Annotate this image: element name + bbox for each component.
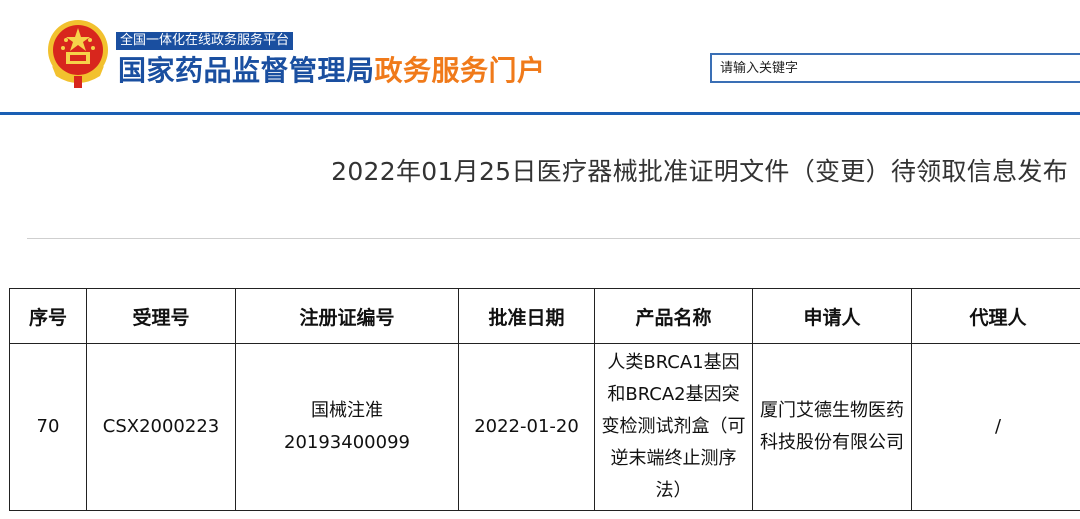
- registration-no-line2: 20193400099: [284, 432, 410, 453]
- platform-tag[interactable]: 全国一体化在线政务服务平台: [116, 32, 294, 50]
- cell-seq: 70: [9, 343, 87, 511]
- search-input[interactable]: [710, 53, 1080, 83]
- column-header-seq: 序号: [9, 288, 87, 344]
- approval-info-table: 序号 受理号 注册证编号 批准日期 产品名称 申请人 代理人 70 CSX200…: [9, 288, 1080, 511]
- registration-no-line1: 国械注准: [311, 400, 383, 421]
- column-header-acceptance-no: 受理号: [86, 288, 236, 344]
- cell-agent: /: [911, 343, 1080, 511]
- site-title-agency: 国家药品监督管理局: [118, 54, 375, 87]
- cell-registration-no: 国械注准 20193400099: [235, 343, 459, 511]
- column-header-registration-no: 注册证编号: [235, 288, 459, 344]
- header-divider: [0, 112, 1080, 115]
- table-row: 70 CSX2000223 国械注准 20193400099 2022-01-2…: [9, 343, 1080, 511]
- national-emblem-icon: [48, 20, 108, 88]
- title-divider: [27, 238, 1080, 239]
- applicant-text: 厦门艾德生物医药科技股份有限公司: [760, 400, 904, 453]
- table-header-row: 序号 受理号 注册证编号 批准日期 产品名称 申请人 代理人: [9, 288, 1080, 344]
- product-name-text: 人类BRCA1基因和BRCA2基因突变检测试剂盒（可逆末端终止测序法）: [601, 352, 746, 501]
- column-header-agent: 代理人: [911, 288, 1080, 344]
- column-header-applicant: 申请人: [752, 288, 912, 344]
- cell-applicant: 厦门艾德生物医药科技股份有限公司: [752, 343, 912, 511]
- cell-approval-date: 2022-01-20: [458, 343, 595, 511]
- site-title-portal: 政务服务门户: [374, 54, 546, 87]
- site-header: 全国一体化在线政务服务平台 国家药品监督管理局政务服务门户: [0, 0, 1080, 112]
- column-header-approval-date: 批准日期: [458, 288, 595, 344]
- cell-product-name: 人类BRCA1基因和BRCA2基因突变检测试剂盒（可逆末端终止测序法）: [594, 343, 753, 511]
- column-header-product-name: 产品名称: [594, 288, 753, 344]
- cell-acceptance-no: CSX2000223: [86, 343, 236, 511]
- site-title[interactable]: 国家药品监督管理局政务服务门户: [118, 52, 546, 90]
- page-title: 2022年01月25日医疗器械批准证明文件（变更）待领取信息发布: [331, 157, 1068, 186]
